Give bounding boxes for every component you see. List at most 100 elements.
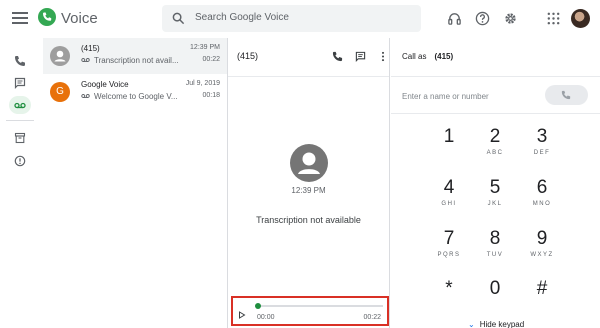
key-letters: GHI [441,201,457,207]
dialer-divider [391,76,600,77]
play-icon[interactable] [238,311,246,319]
playback-current-time: 00:00 [257,314,275,321]
conversation-row[interactable]: (415) 12:39 PM Transcription not avail..… [43,38,227,74]
voicemail-icon [81,94,90,98]
thread-panel: (415) 12:39 PM Transcription not availab… [227,38,390,328]
voicemail-player: 00:00 00:22 [231,296,389,326]
app-header: Voice Search Google Voice [0,0,600,38]
messages-icon [14,77,26,89]
number-input[interactable]: Enter a name or number [402,92,489,101]
headset-icon[interactable] [447,11,462,26]
phone-icon [15,56,25,66]
contact-avatar-large [290,144,328,182]
contact-avatar: G [50,82,70,102]
nav-voicemail[interactable] [9,96,31,114]
key-digit: 0 [489,278,501,299]
nav-spam[interactable] [9,152,31,170]
nav-archive[interactable] [9,129,31,147]
person-icon [298,152,320,174]
key-digit: 2 [489,126,501,147]
key-digit: 7 [443,228,455,249]
key-3[interactable]: 3 DEF [522,126,562,166]
transcription-text: Transcription not available [256,215,361,225]
key-7[interactable]: 7 PQRS [429,228,469,268]
key-letters: DEF [533,150,551,156]
more-options-icon[interactable] [380,51,386,62]
nav-messages[interactable] [9,74,31,92]
spam-icon [14,155,26,167]
conversation-list: (415) 12:39 PM Transcription not avail..… [43,38,227,328]
key-star[interactable]: * [429,278,469,318]
settings-icon[interactable] [503,11,518,26]
playback-thumb[interactable] [255,303,261,309]
voicemail-duration: 00:18 [202,92,220,99]
key-digit: * [445,278,453,299]
conversation-row[interactable]: G Google Voice Jul 9, 2019 Welcome to Go… [43,74,227,110]
key-letters: PQRS [437,252,461,258]
key-9[interactable]: 9 WXYZ [522,228,562,268]
conversation-date: Jul 9, 2019 [185,80,220,87]
search-bar[interactable]: Search Google Voice [162,5,421,32]
conversation-snippet: Transcription not avail... [94,56,179,65]
dialer-panel: Call as (415) Enter a name or number 1 2 A… [391,38,600,328]
key-0[interactable]: 0 [475,278,515,318]
playback-track[interactable] [255,303,383,309]
phone-icon [561,90,571,100]
call-as-label: Call as [402,52,427,61]
key-2[interactable]: 2 ABC [475,126,515,166]
thread-title: (415) [237,51,259,61]
contact-name: Google Voice [81,80,129,89]
voicemail-icon [81,58,90,62]
message-icon[interactable] [355,51,366,62]
key-1[interactable]: 1 [429,126,469,166]
key-letters: WXYZ [530,252,554,258]
key-8[interactable]: 8 TUV [475,228,515,268]
key-digit: 1 [443,126,455,147]
key-4[interactable]: 4 GHI [429,177,469,217]
rail-divider [6,120,34,121]
voicemail-icon [14,102,26,109]
help-icon[interactable] [475,11,490,26]
call-as-number: (415) [434,52,454,61]
archive-icon [14,132,26,144]
account-avatar[interactable] [571,9,590,28]
key-letters: JKL [487,201,503,207]
input-divider [391,113,600,114]
app-title: Voice [61,10,98,27]
key-digit: 8 [489,228,501,249]
contact-avatar [50,46,70,66]
key-digit: # [536,278,548,299]
key-digit: 3 [536,126,548,147]
apps-icon[interactable] [546,11,561,26]
playback-total-time: 00:22 [363,314,381,321]
search-input[interactable]: Search Google Voice [195,12,289,23]
search-icon[interactable] [172,12,185,25]
hide-keypad-button[interactable]: ⌄ Hide keypad [468,320,524,328]
conversation-snippet: Welcome to Google V... [94,92,178,101]
nav-calls[interactable] [9,52,31,70]
hide-keypad-label: Hide keypad [479,320,525,328]
key-letters: MNO [532,201,552,207]
key-6[interactable]: 6 MNO [522,177,562,217]
main-menu-icon[interactable] [12,10,28,26]
person-icon [54,50,66,62]
thread-divider [228,76,389,77]
key-letters: TUV [486,252,504,258]
conversation-date: 12:39 PM [190,44,220,51]
call-as[interactable]: Call as (415) [402,52,453,61]
call-button[interactable] [545,85,588,105]
voicemail-duration: 00:22 [202,56,220,63]
key-digit: 5 [489,177,501,198]
chevron-down-icon: ⌄ [468,320,475,328]
key-5[interactable]: 5 JKL [475,177,515,217]
key-digit: 9 [536,228,548,249]
google-voice-logo[interactable] [38,8,56,26]
key-letters: ABC [486,150,504,156]
key-hash[interactable]: # [522,278,562,318]
key-digit: 6 [536,177,548,198]
call-icon[interactable] [332,51,343,62]
contact-name: (415) [81,44,100,53]
message-timestamp: 12:39 PM [291,186,326,195]
key-digit: 4 [443,177,455,198]
nav-rail [0,38,40,328]
